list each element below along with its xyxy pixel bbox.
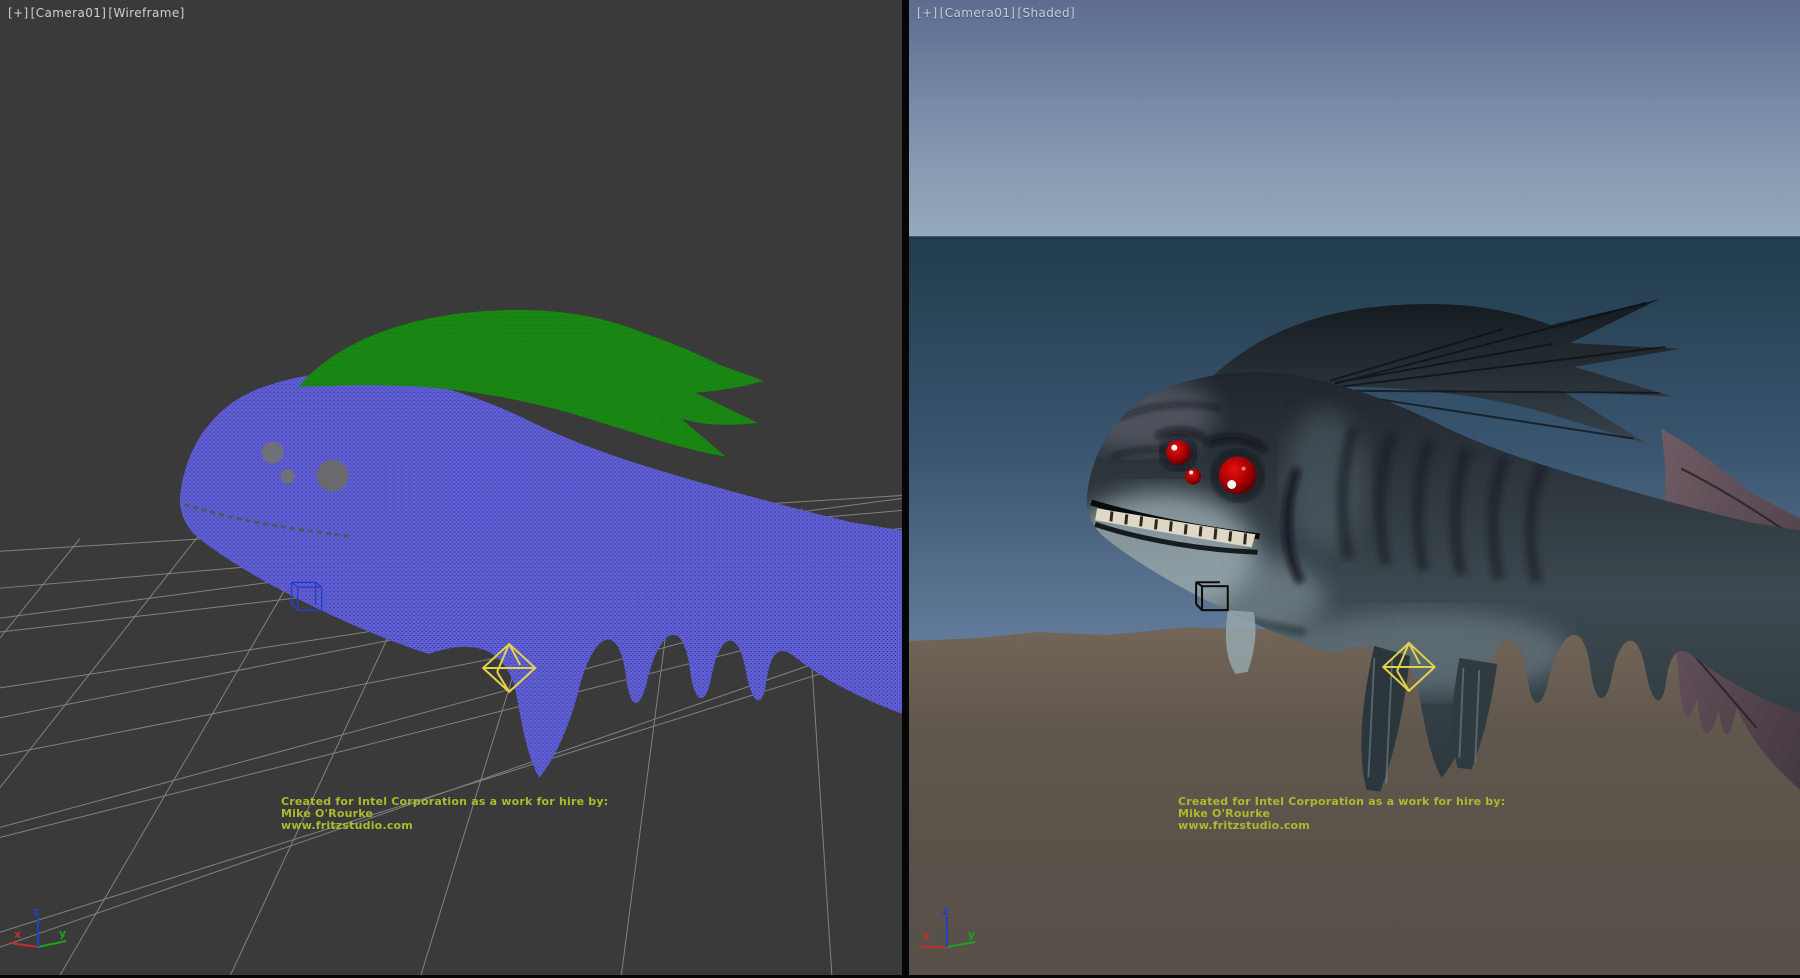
- watermark: Created for Intel Corporation as a work …: [1178, 796, 1505, 832]
- viewport-camera-menu[interactable]: [Camera01]: [940, 6, 1016, 20]
- axis-gizmo: x y z: [4, 905, 82, 957]
- sky: [909, 0, 1800, 237]
- y-axis-label: y: [968, 928, 975, 941]
- y-axis-line: [38, 941, 66, 947]
- z-axis-label: z: [942, 905, 948, 918]
- eye-large: [1219, 457, 1257, 495]
- eye-small: [1185, 469, 1201, 485]
- axis-gizmo: x y z: [913, 905, 991, 957]
- viewport-label: [+][Camera01][Shaded]: [917, 6, 1077, 20]
- viewport-wireframe[interactable]: [+][Camera01][Wireframe]: [0, 0, 902, 975]
- y-axis-line: [947, 942, 975, 947]
- watermark-line3: www.fritzstudio.com: [1178, 820, 1505, 832]
- eye-medium: [1166, 440, 1191, 465]
- z-axis-label: z: [33, 905, 39, 918]
- watermark-line3: www.fritzstudio.com: [281, 820, 608, 832]
- viewport-shading-menu[interactable]: [Wireframe]: [108, 6, 184, 20]
- x-axis-label: x: [923, 930, 930, 943]
- y-axis-label: y: [59, 927, 66, 940]
- viewport-shading-menu[interactable]: [Shaded]: [1017, 6, 1075, 20]
- x-axis-label: x: [14, 928, 21, 941]
- x-axis-line: [10, 943, 38, 947]
- viewport-label: [+][Camera01][Wireframe]: [8, 6, 187, 20]
- viewport-expand-menu[interactable]: [+]: [917, 6, 938, 20]
- viewport-camera-menu[interactable]: [Camera01]: [31, 6, 107, 20]
- watermark: Created for Intel Corporation as a work …: [281, 796, 608, 832]
- eye-small-wire: [281, 470, 295, 484]
- viewport-shaded[interactable]: [+][Camera01][Shaded]: [909, 0, 1800, 975]
- eye-large-wire: [317, 460, 349, 492]
- max-viewport-area: [+][Camera01][Wireframe]: [0, 0, 1800, 978]
- eye-medium-wire: [262, 442, 284, 464]
- viewport-expand-menu[interactable]: [+]: [8, 6, 29, 20]
